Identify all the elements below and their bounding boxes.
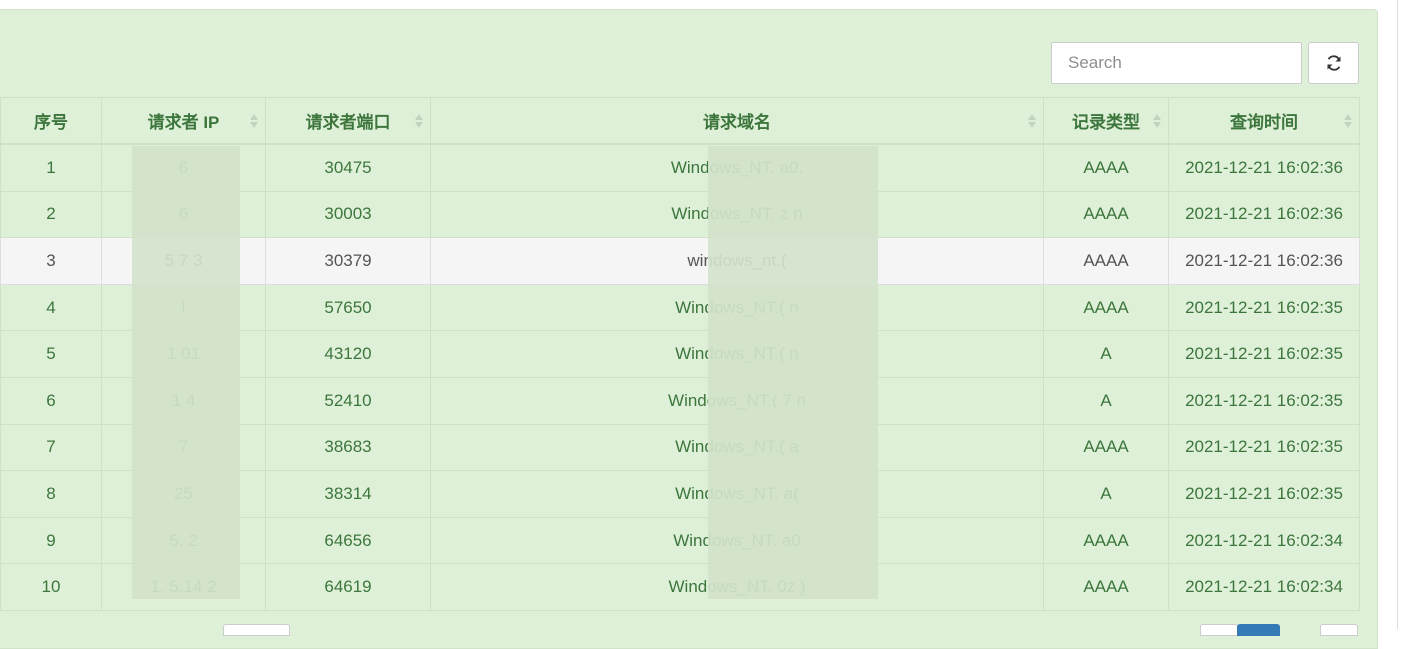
sort-icon [1153, 113, 1161, 128]
cell-port: 30379 [265, 237, 431, 285]
column-header-ip[interactable]: 请求者 IP [101, 97, 266, 145]
cell-query-time: 2021-12-21 16:02:36 [1168, 237, 1360, 285]
cell-record-type: AAAA [1043, 143, 1169, 192]
cell-query-time: 2021-12-21 16:02:35 [1168, 330, 1360, 378]
cell-no: 9 [0, 516, 102, 565]
cell-record-type: AAAA [1043, 423, 1169, 472]
cell-port: 52410 [265, 376, 431, 425]
sort-icon [250, 113, 258, 128]
pagination-current-page[interactable] [1237, 624, 1280, 636]
refresh-button[interactable] [1308, 42, 1359, 84]
cell-port: 64656 [265, 516, 431, 565]
cell-query-time: 2021-12-21 16:02:34 [1168, 563, 1360, 611]
redaction-mask-domain [708, 146, 878, 599]
cell-query-time: 2021-12-21 16:02:35 [1168, 283, 1360, 332]
column-header-port[interactable]: 请求者端口 [265, 97, 431, 145]
cell-port: 30003 [265, 190, 431, 239]
column-header-query-time[interactable]: 查询时间 [1168, 97, 1360, 145]
cell-record-type: AAAA [1043, 190, 1169, 239]
cell-port: 57650 [265, 283, 431, 332]
cell-record-type: A [1043, 470, 1169, 518]
cell-query-time: 2021-12-21 16:02:36 [1168, 190, 1360, 239]
cell-record-type: AAAA [1043, 237, 1169, 285]
cell-query-time: 2021-12-21 16:02:35 [1168, 470, 1360, 518]
pagination-prev[interactable] [1200, 624, 1238, 636]
redaction-mask-ip [132, 146, 240, 599]
cell-no: 8 [0, 470, 102, 518]
cell-no: 2 [0, 190, 102, 239]
sort-icon [1028, 113, 1036, 128]
cell-no: 1 [0, 143, 102, 192]
sort-icon [415, 113, 423, 128]
scrollbar-track[interactable] [1397, 0, 1398, 629]
column-header-record-type[interactable]: 记录类型 [1043, 97, 1169, 145]
cell-port: 38314 [265, 470, 431, 518]
cell-query-time: 2021-12-21 16:02:35 [1168, 376, 1360, 425]
refresh-icon [1327, 55, 1340, 71]
cell-port: 30475 [265, 143, 431, 192]
cell-query-time: 2021-12-21 16:02:36 [1168, 143, 1360, 192]
column-header-no[interactable]: 序号 [0, 97, 102, 145]
cell-no: 10 [0, 563, 102, 611]
column-header-domain[interactable]: 请求域名 [430, 97, 1044, 145]
search-input[interactable] [1051, 42, 1302, 84]
cell-record-type: AAAA [1043, 516, 1169, 565]
cell-port: 38683 [265, 423, 431, 472]
cell-no: 6 [0, 376, 102, 425]
pagination-next[interactable] [1320, 624, 1358, 636]
sort-icon [1344, 113, 1352, 128]
cell-no: 3 [0, 237, 102, 285]
cell-no: 4 [0, 283, 102, 332]
table-header-row: 序号 请求者 IP 请求者端口 请求域名 记录类型 查询时间 [0, 97, 1360, 145]
cell-record-type: A [1043, 376, 1169, 425]
cell-no: 5 [0, 330, 102, 378]
cell-record-type: AAAA [1043, 283, 1169, 332]
cell-query-time: 2021-12-21 16:02:35 [1168, 423, 1360, 472]
cell-record-type: A [1043, 330, 1169, 378]
cell-port: 64619 [265, 563, 431, 611]
cell-record-type: AAAA [1043, 563, 1169, 611]
cell-query-time: 2021-12-21 16:02:34 [1168, 516, 1360, 565]
cell-no: 7 [0, 423, 102, 472]
cell-port: 43120 [265, 330, 431, 378]
page-size-dropdown[interactable] [223, 624, 290, 636]
